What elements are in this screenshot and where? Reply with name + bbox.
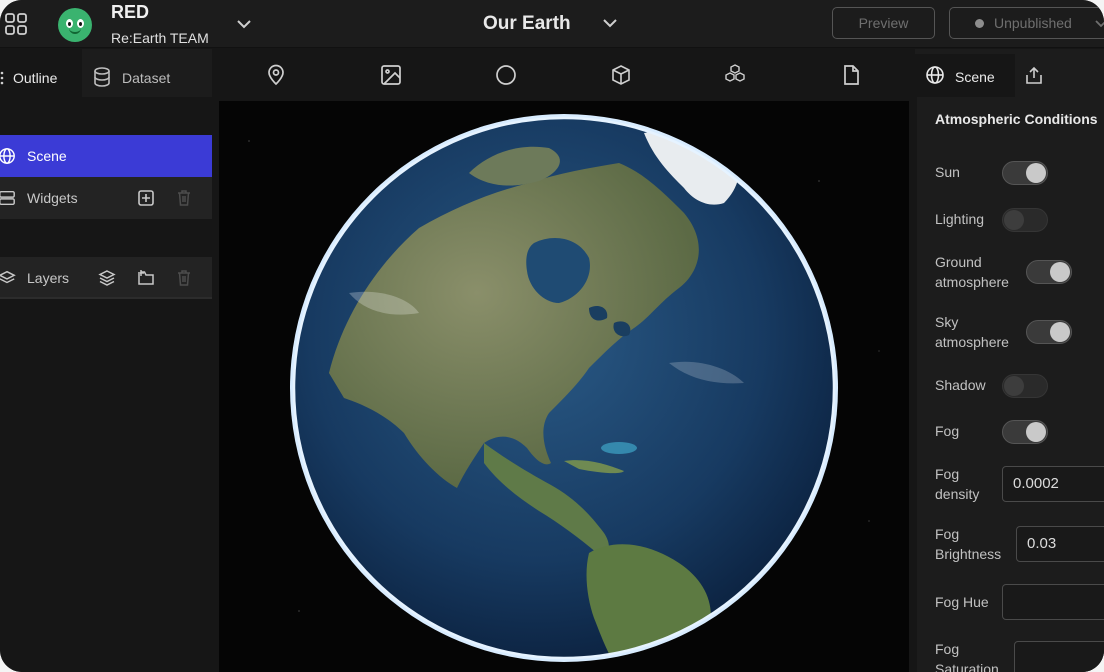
outline-panel: Scene Widgets Layers [0, 97, 212, 672]
fog-hue-input[interactable] [1002, 584, 1104, 620]
file-icon[interactable] [840, 64, 862, 86]
outline-item-layers[interactable]: Layers [0, 257, 212, 299]
left-tabs: Outline Dataset [0, 49, 212, 97]
fog-hue-label: Fog Hue [935, 594, 989, 610]
sky-atmosphere-toggle[interactable] [1026, 320, 1072, 344]
project-name: RED [111, 2, 150, 22]
image-icon[interactable] [380, 64, 402, 86]
outline-item-scene[interactable]: Scene [0, 135, 212, 177]
publish-status-dot [975, 19, 984, 28]
cubes-icon[interactable] [724, 64, 746, 86]
layer-toolbar [212, 49, 915, 97]
globe-icon [0, 148, 15, 164]
team-chevron-down-icon[interactable] [234, 14, 254, 34]
publish-status-button[interactable]: Unpublished [949, 7, 1104, 39]
tab-outline[interactable]: Outline [0, 49, 82, 97]
publish-chevron-down-icon[interactable] [1093, 15, 1104, 31]
fog-brightness-label: Fog Brightness [935, 526, 1002, 562]
project-title: Our Earth [483, 13, 571, 34]
tab-dataset-label: Dataset [122, 70, 171, 86]
outline-item-widgets[interactable]: Widgets [0, 177, 212, 219]
map-viewport[interactable] [219, 101, 909, 672]
shadow-label: Shadow [935, 377, 986, 393]
ground-atmosphere-toggle[interactable] [1026, 260, 1072, 284]
property-panel: Atmospheric Conditions Sun Lighting Grou… [915, 97, 1104, 672]
fog-saturation-input[interactable] [1014, 641, 1104, 672]
fog-density-label: Fog density [935, 466, 980, 502]
fog-label: Fog [935, 423, 960, 439]
publish-settings-icon[interactable] [1023, 65, 1045, 87]
right-tabs: Scene [915, 49, 1104, 97]
sun-label: Sun [935, 164, 960, 180]
sky-atmosphere-label: Sky atmosphere [935, 314, 1009, 350]
app-window: RED Re:Earth TEAM Our Earth Preview Unpu… [0, 0, 1104, 672]
ground-atmosphere-label: Ground atmosphere [935, 254, 1009, 290]
database-icon [94, 67, 110, 87]
shadow-toggle[interactable] [1002, 374, 1048, 398]
add-widget-icon[interactable] [137, 189, 155, 207]
team-avatar[interactable] [58, 8, 92, 42]
atmospheric-section: Atmospheric Conditions Sun Lighting Grou… [917, 97, 1104, 672]
fog-brightness-input[interactable]: 0.03 [1016, 526, 1104, 562]
tab-outline-label: Outline [13, 70, 58, 86]
sun-toggle[interactable] [1002, 161, 1048, 185]
outline-item-scene-label: Scene [27, 148, 67, 164]
fog-density-input[interactable]: 0.0002 [1002, 466, 1104, 502]
tab-scene[interactable]: Scene [915, 54, 1015, 97]
outline-item-widgets-label: Widgets [27, 190, 78, 206]
lighting-toggle[interactable] [1002, 208, 1048, 232]
cube-icon[interactable] [610, 64, 632, 86]
map-pin-icon[interactable] [265, 64, 287, 86]
title-chevron-down-icon[interactable] [600, 13, 620, 33]
delete-layer-icon[interactable] [175, 269, 193, 287]
outline-item-layers-label: Layers [27, 270, 70, 286]
add-folder-icon[interactable] [137, 269, 155, 287]
globe-icon [926, 66, 944, 84]
add-layer-icon[interactable] [98, 269, 116, 287]
layers-icon [0, 270, 16, 284]
preview-button[interactable]: Preview [832, 7, 935, 39]
widgets-icon [0, 190, 15, 206]
tab-scene-label: Scene [955, 69, 995, 85]
lighting-label: Lighting [935, 211, 985, 227]
outline-icon [0, 71, 4, 85]
fog-saturation-label: Fog Saturation [935, 641, 999, 672]
dashboard-grid-icon[interactable] [4, 12, 28, 36]
earth-globe[interactable] [289, 113, 839, 663]
delete-widget-icon[interactable] [175, 189, 193, 207]
circle-icon[interactable] [495, 64, 517, 86]
fog-toggle[interactable] [1002, 420, 1048, 444]
section-title: Atmospheric Conditions [935, 111, 1098, 127]
top-header: RED Re:Earth TEAM Our Earth Preview Unpu… [0, 0, 1104, 48]
team-name: Re:Earth TEAM [111, 30, 209, 46]
